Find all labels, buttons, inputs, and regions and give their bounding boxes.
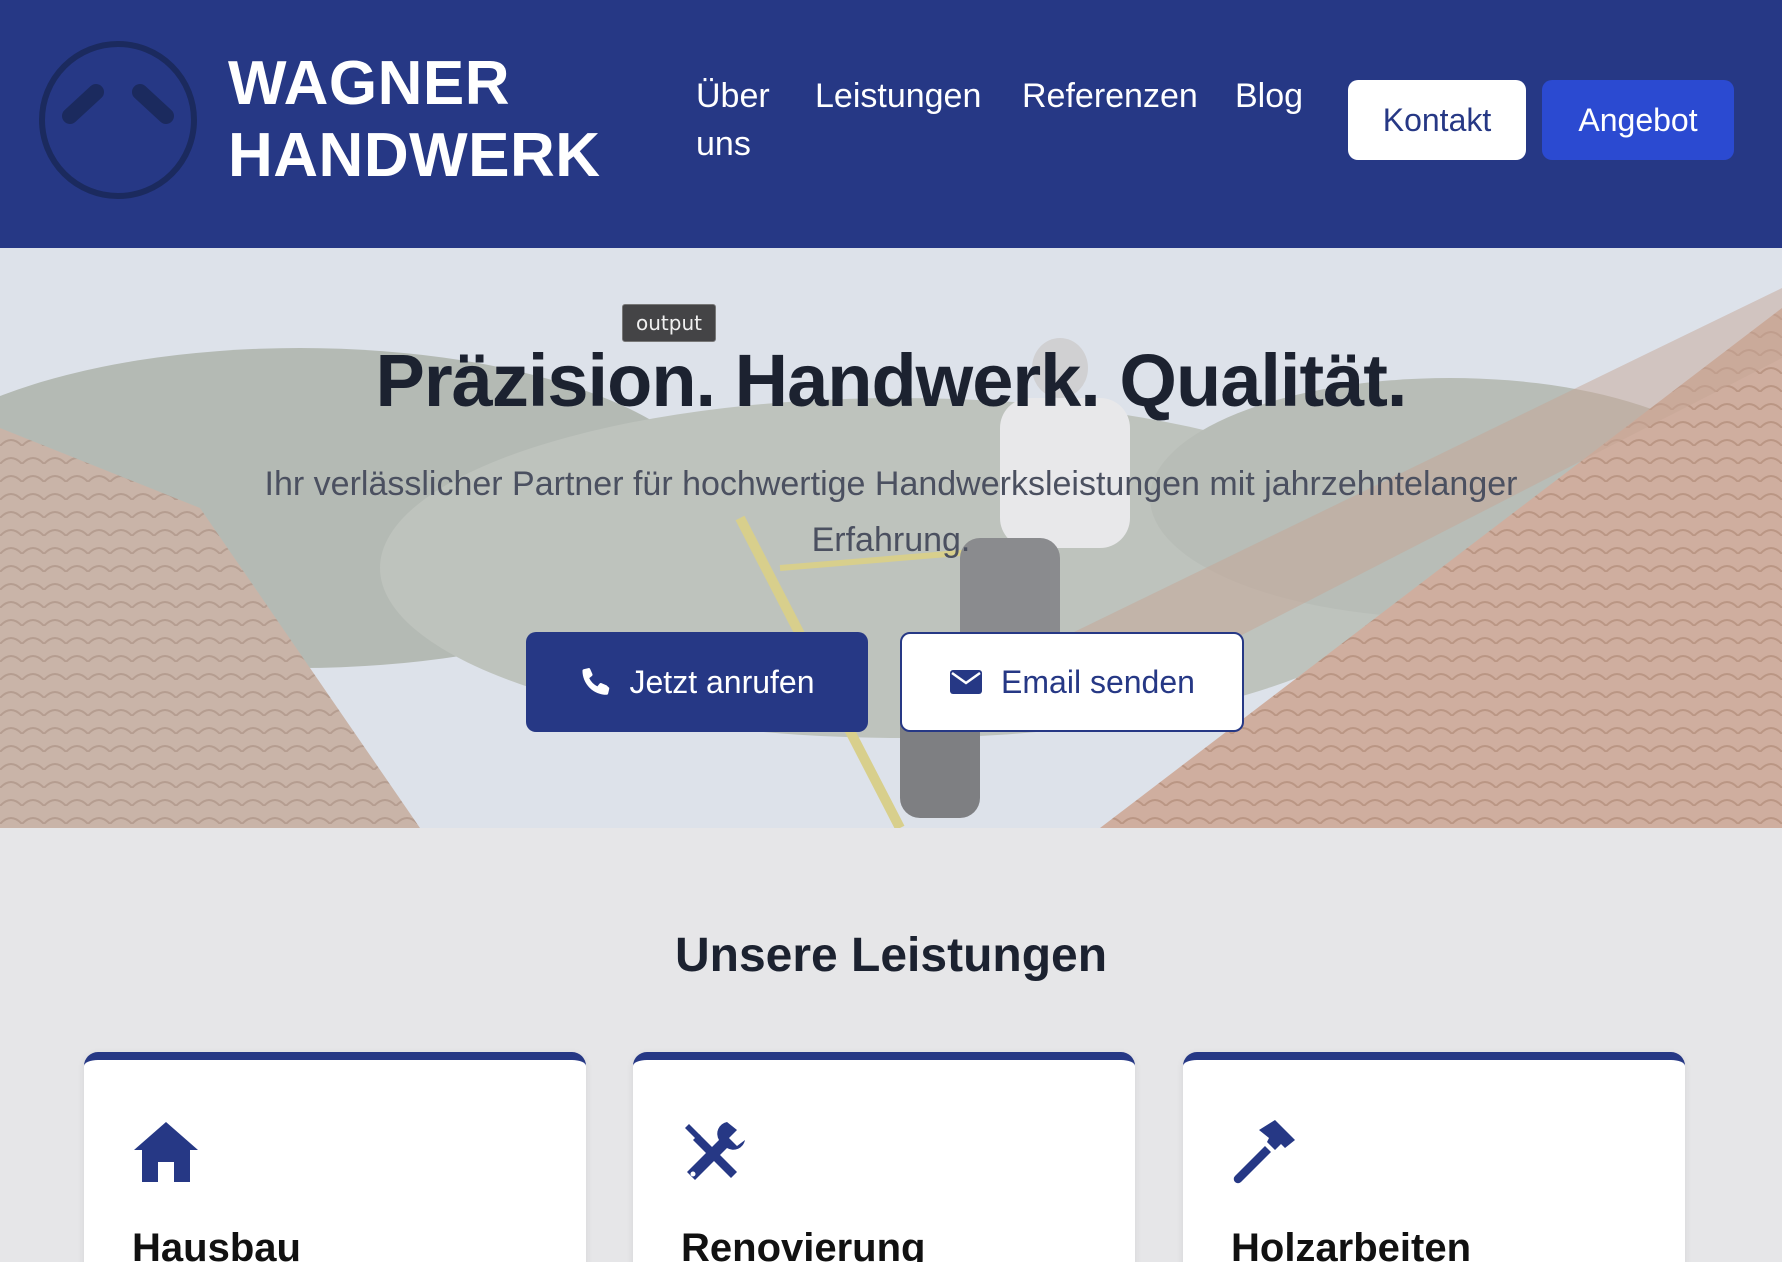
email-button[interactable]: Email senden (900, 632, 1244, 732)
logo-icon[interactable] (38, 40, 198, 200)
brand-line-1: WAGNER (228, 49, 510, 118)
output-tooltip: output (622, 304, 716, 342)
service-card-hausbau[interactable]: Hausbau (84, 1052, 586, 1262)
service-card-holzarbeiten[interactable]: Holzarbeiten (1183, 1052, 1685, 1262)
hero-subtitle: Ihr verlässlicher Partner für hochwertig… (264, 465, 1518, 559)
contact-button[interactable]: Kontakt (1348, 80, 1526, 160)
house-icon (134, 1122, 198, 1182)
envelope-icon (950, 670, 983, 694)
nav-link-references[interactable]: Referenzen (1022, 72, 1198, 120)
nav-link-services[interactable]: Leistungen (815, 72, 981, 120)
quote-button[interactable]: Angebot (1542, 80, 1734, 160)
service-card-title: Hausbau (132, 1226, 301, 1262)
nav-link-blog[interactable]: Blog (1235, 72, 1303, 120)
site-header: WAGNER HANDWERK Über uns Leistungen Refe… (0, 0, 1782, 248)
brand-line-2: HANDWERK (228, 121, 601, 190)
hero-title: Präzision. Handwerk. Qualität. (375, 339, 1408, 422)
tools-icon (685, 1122, 745, 1180)
call-button[interactable]: Jetzt anrufen (526, 632, 868, 732)
email-button-label: Email senden (1001, 663, 1195, 700)
brand-name[interactable]: WAGNER HANDWERK (228, 48, 601, 192)
phone-icon (581, 668, 609, 695)
hammer-icon (1233, 1120, 1295, 1184)
service-card-title: Renovierung (681, 1226, 926, 1262)
service-card-title: Holzarbeiten (1231, 1226, 1472, 1262)
service-card-renovierung[interactable]: Renovierung (633, 1052, 1135, 1262)
call-button-label: Jetzt anrufen (629, 663, 815, 700)
services-title: Unsere Leistungen (674, 929, 1108, 982)
nav-link-about[interactable]: Über uns (696, 72, 786, 168)
